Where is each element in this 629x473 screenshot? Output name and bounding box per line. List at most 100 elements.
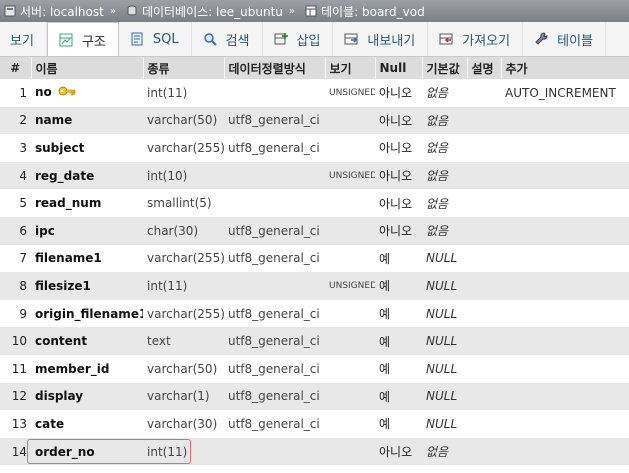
table-row: 1 no int(11) UNSIGNED 아니오 없음 AUTO_INCREM… <box>0 79 629 107</box>
column-comment <box>467 272 501 300</box>
column-name: filesize1 <box>31 272 143 300</box>
column-type: varchar(255) <box>143 244 224 273</box>
column-null: 예 <box>375 410 422 438</box>
column-extra <box>501 189 629 217</box>
breadcrumb-separator: » <box>288 5 296 17</box>
column-default: NULL <box>422 244 467 273</box>
column-type: int(11) <box>143 272 224 300</box>
column-default: NULL <box>422 410 467 438</box>
column-default: NULL <box>422 272 467 300</box>
column-null: 아니오 <box>375 189 422 217</box>
column-null: 예 <box>375 244 422 273</box>
column-type: int(10) <box>143 161 224 190</box>
tab-search[interactable]: 검색 <box>192 22 263 56</box>
column-type: varchar(255) <box>143 299 224 328</box>
breadcrumb-database[interactable]: 데이터베이스: lee_ubuntu <box>142 3 283 20</box>
column-extra <box>501 216 629 245</box>
column-default: NULL <box>422 299 467 328</box>
column-extra <box>501 437 629 466</box>
header-collation[interactable]: 데이터정렬방식 <box>224 57 326 79</box>
column-null: 예 <box>375 272 422 300</box>
table-row: 8 filesize1 int(11) UNSIGNED 예 NULL <box>0 272 629 300</box>
column-attributes <box>325 106 375 135</box>
server-icon <box>4 5 16 17</box>
column-comment <box>467 299 501 328</box>
table-row: 5 read_num smallint(5) 아니오 없음 <box>0 189 629 217</box>
column-type: int(11) <box>143 437 224 466</box>
tab-sql-label: SQL <box>152 31 179 47</box>
column-extra <box>501 354 629 383</box>
column-attributes <box>325 437 375 466</box>
column-comment <box>467 189 501 217</box>
column-extra <box>501 106 629 135</box>
column-null: 아니오 <box>375 106 422 135</box>
column-name: origin_filename1 <box>31 299 143 328</box>
row-num: 9 <box>0 299 31 328</box>
header-attributes[interactable]: 보기 <box>325 57 376 79</box>
tab-operations[interactable]: 테이블 <box>523 22 606 56</box>
header-type[interactable]: 종류 <box>143 57 225 79</box>
header-name[interactable]: 이름 <box>31 57 144 79</box>
column-name: no <box>31 79 143 107</box>
column-comment <box>467 437 501 466</box>
column-attributes: UNSIGNED <box>325 272 375 300</box>
tab-export-label: 내보내기 <box>367 33 416 49</box>
column-collation: utf8_general_ci <box>224 134 325 162</box>
column-type: varchar(1) <box>143 382 224 411</box>
column-collation <box>224 189 325 217</box>
tab-insert-label: 삽입 <box>296 33 321 49</box>
column-name-text: no <box>35 85 52 100</box>
column-name: display <box>31 382 143 411</box>
column-name: order_no <box>31 437 143 466</box>
header-null[interactable]: Null <box>375 57 423 79</box>
table-row: 4 reg_date int(10) UNSIGNED 아니오 없음 <box>0 161 629 190</box>
header-extra[interactable]: 추가 <box>501 57 629 79</box>
table-row: 11 member_id varchar(50) utf8_general_ci… <box>0 354 629 383</box>
column-type: smallint(5) <box>143 189 224 217</box>
insert-icon <box>273 31 289 47</box>
row-num: 2 <box>0 106 31 135</box>
column-comment <box>467 327 501 355</box>
column-default: 없음 <box>422 437 467 466</box>
export-icon <box>343 31 359 47</box>
column-extra <box>501 410 629 438</box>
column-null: 예 <box>375 382 422 411</box>
column-attributes <box>325 382 375 411</box>
row-num: 3 <box>0 134 31 162</box>
column-attributes <box>325 354 375 383</box>
column-collation: utf8_general_ci <box>224 382 325 411</box>
structure-icon <box>58 32 74 48</box>
tab-browse[interactable]: 보기 <box>0 22 47 56</box>
column-type: char(30) <box>143 216 224 245</box>
header-default[interactable]: 기본값 <box>422 57 468 79</box>
table-row: 3 subject varchar(255) utf8_general_ci 아… <box>0 134 629 162</box>
tab-insert[interactable]: 삽입 <box>263 22 334 56</box>
column-collation: utf8_general_ci <box>224 244 325 273</box>
breadcrumb-table[interactable]: 테이블: board_vod <box>321 3 425 20</box>
column-collation: utf8_general_ci <box>224 216 325 245</box>
row-num: 8 <box>0 272 31 300</box>
column-default: NULL <box>422 327 467 355</box>
table-icon <box>305 5 317 17</box>
header-num: # <box>0 57 32 79</box>
column-collation: utf8_general_ci <box>224 106 325 135</box>
tab-import[interactable]: 가져오기 <box>428 22 524 56</box>
column-type: int(11) <box>143 79 224 107</box>
breadcrumb-server[interactable]: 서버: localhost <box>20 3 104 20</box>
column-attributes <box>325 327 375 355</box>
column-name: ipc <box>31 216 143 245</box>
table-row: 10 content text utf8_general_ci 예 NULL <box>0 327 629 355</box>
column-null: 아니오 <box>375 437 422 466</box>
column-name: reg_date <box>31 161 143 190</box>
column-extra <box>501 161 629 190</box>
tab-structure[interactable]: 구조 <box>46 22 119 56</box>
column-collation <box>224 272 325 300</box>
breadcrumb-separator: » <box>109 5 116 17</box>
tab-operations-label: 테이블 <box>557 33 593 49</box>
column-comment <box>467 382 501 411</box>
header-comment[interactable]: 설명 <box>467 57 502 79</box>
column-attributes <box>325 244 375 273</box>
table-row: 2 name varchar(50) utf8_general_ci 아니오 없… <box>0 106 629 135</box>
tab-export[interactable]: 내보내기 <box>333 22 429 56</box>
tab-sql[interactable]: SQL <box>119 22 192 56</box>
